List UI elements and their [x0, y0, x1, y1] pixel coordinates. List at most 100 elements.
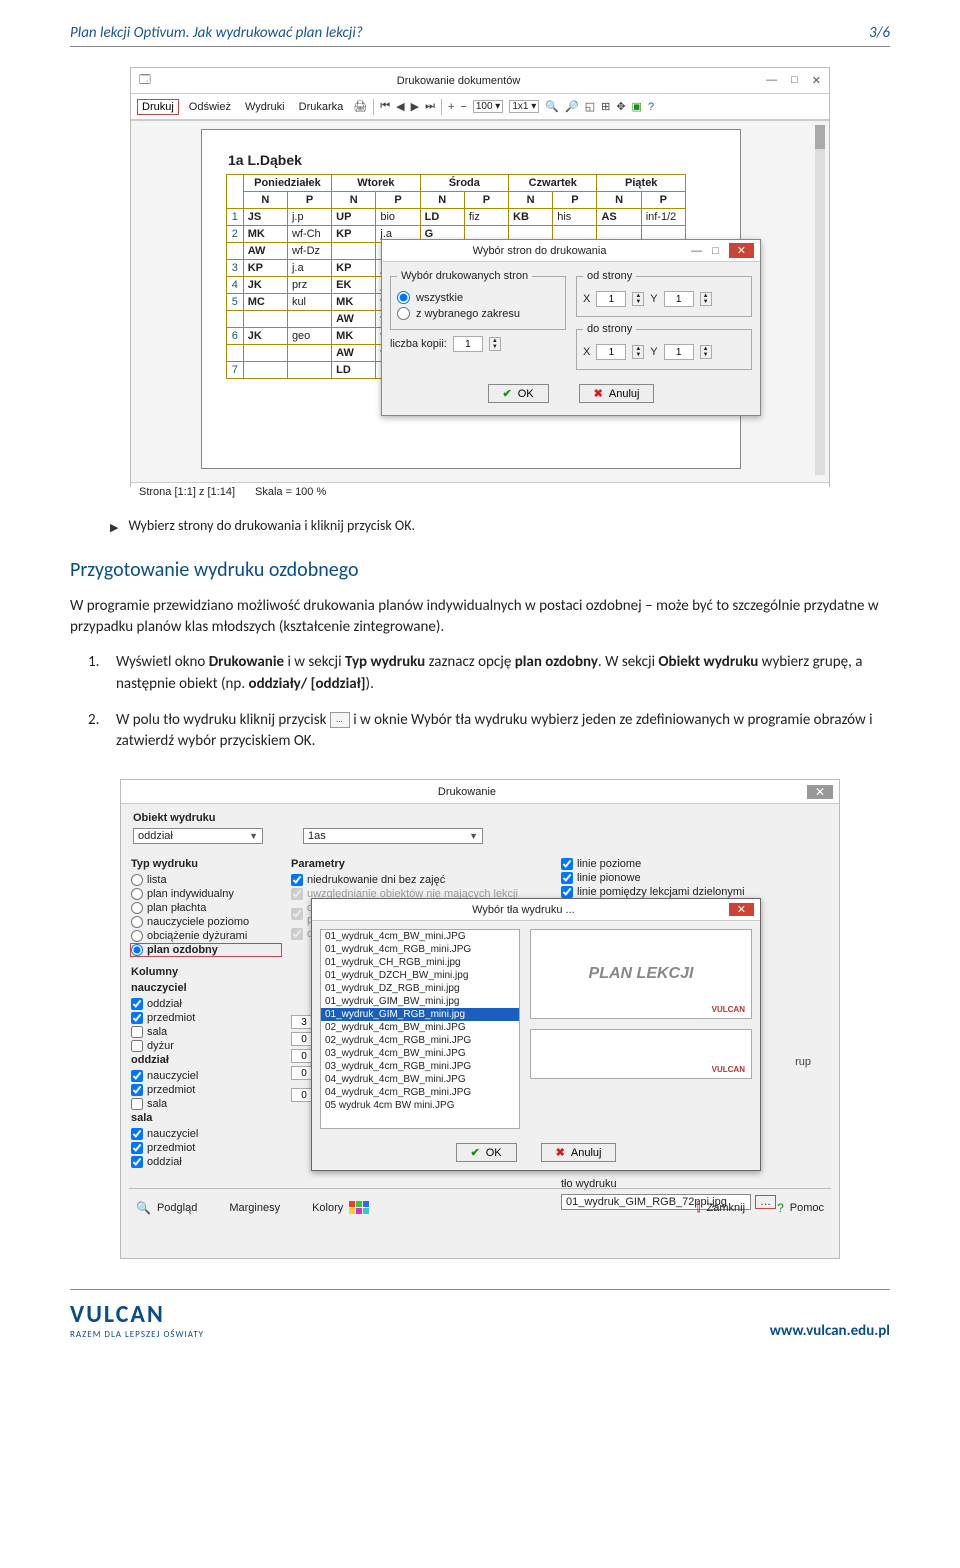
status-page: Strona [1:1] z [1:14] — [139, 486, 235, 498]
minimize-button[interactable]: — — [766, 74, 777, 87]
dialog2-close-button[interactable]: ✕ — [729, 903, 754, 916]
vertical-scrollbar[interactable] — [815, 125, 825, 475]
maximize-button[interactable]: □ — [791, 74, 798, 87]
print-button[interactable]: Drukuj — [137, 99, 179, 115]
from-x-input[interactable] — [596, 291, 626, 307]
type-option[interactable]: lista — [131, 874, 281, 886]
file-item[interactable]: 01_wydruk_CH_RGB_mini.jpg — [321, 956, 519, 969]
move-icon[interactable]: ✥ — [616, 100, 625, 113]
column-check[interactable]: przedmiot — [131, 1012, 281, 1024]
to-y-input[interactable] — [664, 344, 694, 360]
help-button[interactable]: ?Pomoc — [770, 1198, 831, 1218]
file-item[interactable]: 01_wydruk_4cm_RGB_mini.JPG — [321, 943, 519, 956]
window-titlebar: 🗔 Drukowanie dokumentów — □ ✕ — [131, 68, 829, 94]
fit-icon[interactable]: ◱ — [585, 100, 595, 113]
zoom-in-icon[interactable]: 🔍 — [545, 100, 559, 113]
dialog2-cancel-button[interactable]: ✖Anuluj — [541, 1143, 617, 1162]
file-item[interactable]: 01_wydruk_DZ_RGB_mini.jpg — [321, 982, 519, 995]
dialog-title: Wybór stron do drukowania — [388, 245, 691, 257]
printer-button[interactable]: Drukarka — [295, 100, 348, 114]
column-check[interactable]: oddział — [131, 1156, 281, 1168]
zoom-value[interactable]: 100 ▾ — [473, 100, 504, 113]
dialog-close-button[interactable]: ✕ — [729, 243, 754, 258]
next-page-icon[interactable]: ▶ — [411, 100, 419, 113]
file-item[interactable]: 04_wydruk_4cm_RGB_mini.JPG — [321, 1086, 519, 1099]
column-check[interactable]: dyżur — [131, 1040, 281, 1052]
printer-icon[interactable]: 🖨 — [353, 100, 367, 113]
plus-icon[interactable]: + — [448, 101, 454, 113]
file-item[interactable]: 01_wydruk_GIM_RGB_mini.jpg — [321, 1008, 519, 1021]
opt-all-radio[interactable] — [397, 291, 410, 304]
day-mon: Poniedziałek — [243, 175, 331, 192]
header-title: Plan lekcji Optivum. Jak wydrukować plan… — [70, 24, 363, 42]
column-check[interactable]: przedmiot — [131, 1142, 281, 1154]
printouts-button[interactable]: Wydruki — [241, 100, 289, 114]
object-combo[interactable]: oddział▼ — [133, 828, 263, 844]
footer-url: www.vulcan.edu.pl — [770, 1322, 890, 1340]
close-button[interactable]: ✕ — [812, 74, 821, 87]
copies-spinner[interactable]: ▲▼ — [489, 337, 501, 351]
dialog2-title: Wybór tła wydruku ... — [318, 904, 729, 916]
file-item[interactable]: 04_wydruk_4cm_BW_mini.JPG — [321, 1073, 519, 1086]
refresh-button[interactable]: Odśwież — [185, 100, 235, 114]
type-option[interactable]: plan płachta — [131, 902, 281, 914]
file-item[interactable]: 03_wydruk_4cm_BW_mini.JPG — [321, 1047, 519, 1060]
app-icon: 🗔 — [139, 71, 151, 90]
file-item[interactable]: 01_wydruk_DZCH_BW_mini.jpg — [321, 969, 519, 982]
preview-button[interactable]: 🔍Podgląd — [129, 1198, 204, 1218]
colors-button[interactable]: Kolory — [305, 1198, 376, 1217]
type-option[interactable]: obciążenie dyżurami — [131, 930, 281, 942]
last-page-icon[interactable]: ⏭ — [425, 100, 435, 113]
file-item[interactable]: 01_wydruk_GIM_BW_mini.jpg — [321, 995, 519, 1008]
window-title: Drukowanie dokumentów — [151, 75, 766, 87]
file-item[interactable]: 01_wydruk_4cm_BW_mini.JPG — [321, 930, 519, 943]
bullet-icon: ▶ — [110, 521, 118, 534]
cancel-button[interactable]: ✖Anuluj — [579, 384, 655, 403]
object-value-combo[interactable]: 1as▼ — [303, 828, 483, 844]
dialog2-ok-button[interactable]: ✔OK — [456, 1143, 517, 1162]
page-footer: VULCAN RAZEM DLA LEPSZEJ OŚWIATY www.vul… — [70, 1289, 890, 1340]
grid-icon[interactable]: ⊞ — [601, 100, 610, 113]
column-check[interactable]: sala — [131, 1098, 281, 1110]
column-check[interactable]: sala — [131, 1026, 281, 1038]
type-option[interactable]: nauczyciele poziomo — [131, 916, 281, 928]
opt-range-radio[interactable] — [397, 307, 410, 320]
column-check[interactable]: nauczyciel — [131, 1128, 281, 1140]
right-check[interactable]: linie poziome — [561, 858, 811, 870]
minus-icon[interactable]: − — [460, 101, 466, 113]
copies-label: liczba kopii: — [390, 338, 447, 350]
first-page-icon[interactable]: ⏮ — [380, 100, 390, 113]
close-button-2[interactable]: ✕ — [807, 785, 833, 799]
type-option[interactable]: plan indywidualny — [131, 888, 281, 900]
to-x-input[interactable] — [596, 344, 626, 360]
copies-input[interactable] — [453, 336, 483, 352]
zoom-out-icon[interactable]: 🔎 — [565, 100, 579, 113]
prev-page-icon[interactable]: ◀ — [396, 100, 404, 113]
param-check[interactable]: niedrukowanie dni bez zajęć — [291, 874, 541, 886]
brand-logo: VULCAN RAZEM DLA LEPSZEJ OŚWIATY — [70, 1300, 204, 1340]
day-tue: Wtorek — [332, 175, 420, 192]
help-icon[interactable]: ? — [648, 101, 654, 113]
right-check[interactable]: linie pionowe — [561, 872, 811, 884]
day-wed: Środa — [420, 175, 508, 192]
file-list[interactable]: 01_wydruk_4cm_BW_mini.JPG01_wydruk_4cm_R… — [320, 929, 520, 1129]
type-option[interactable]: plan ozdobny — [131, 944, 281, 956]
file-item[interactable]: 03_wydruk_4cm_RGB_mini.JPG — [321, 1060, 519, 1073]
file-item[interactable]: 02_wydruk_4cm_RGB_mini.JPG — [321, 1034, 519, 1047]
ok-button[interactable]: ✔OK — [488, 384, 549, 403]
close-button-bottom[interactable]: ⫿Zamknij — [690, 1197, 752, 1218]
column-check[interactable]: nauczyciel — [131, 1070, 281, 1082]
file-item[interactable]: 02_wydruk_4cm_BW_mini.JPG — [321, 1021, 519, 1034]
dialog-maximize-icon[interactable]: □ — [712, 245, 719, 257]
grid-value[interactable]: 1x1 ▾ — [509, 100, 539, 113]
browse-icon: … — [330, 712, 350, 728]
file-item[interactable]: 05 wydruk 4cm BW mini.JPG — [321, 1099, 519, 1112]
right-check[interactable]: linie pomiędzy lekcjami dzielonymi — [561, 886, 811, 898]
margins-button[interactable]: Marginesy — [222, 1199, 287, 1217]
from-y-input[interactable] — [664, 291, 694, 307]
export-icon[interactable]: ▣ — [632, 100, 642, 113]
column-check[interactable]: przedmiot — [131, 1084, 281, 1096]
column-check[interactable]: oddział — [131, 998, 281, 1010]
preview-canvas: 1a L.Dąbek Poniedziałek Wtorek Środa Czw… — [131, 120, 829, 482]
dialog-minimize-icon[interactable]: — — [691, 245, 702, 257]
